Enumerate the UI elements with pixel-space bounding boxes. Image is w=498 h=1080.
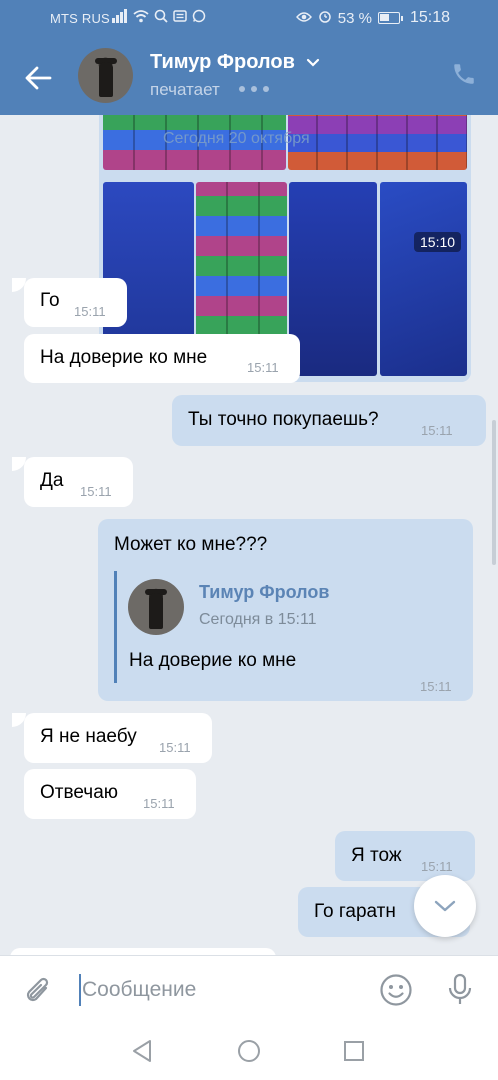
- date-overlay: Сегодня 20 октября: [163, 130, 310, 147]
- reply-date: Сегодня в 15:11: [199, 611, 317, 628]
- image-time: 15:10: [414, 232, 462, 252]
- message-bubble-in[interactable]: Го 15:11: [24, 278, 127, 327]
- reply-text: На доверие ко мне: [129, 650, 297, 671]
- eye-comfort-icon: [295, 10, 312, 27]
- chat-header: MTS RUS 53 % 15:18 Тимур Фролов печатает: [0, 0, 498, 115]
- chevron-down-icon[interactable]: [306, 58, 320, 68]
- message-bubble-in[interactable]: Я не наебу 15:11: [24, 713, 212, 763]
- message-text: Может ко мне???: [114, 534, 268, 555]
- microphone-icon[interactable]: [446, 972, 474, 1008]
- message-time: 15:11: [420, 679, 452, 694]
- reply-author[interactable]: Тимур Фролов: [199, 582, 329, 603]
- contact-avatar[interactable]: [78, 48, 133, 103]
- message-text: Го: [40, 290, 60, 311]
- avatar-figure: [149, 593, 163, 629]
- carrier-label: MTS RUS: [50, 11, 110, 26]
- message-time: 15:11: [421, 859, 453, 874]
- phone-icon[interactable]: [451, 61, 477, 87]
- message-time: 15:11: [74, 304, 106, 319]
- clock: 15:18: [409, 9, 450, 26]
- search-status-icon: [154, 9, 168, 26]
- text-cursor: [79, 974, 81, 1006]
- message-text: Я тож: [351, 845, 402, 866]
- image-thumbnail[interactable]: [289, 182, 377, 376]
- chat-scrollbar[interactable]: [492, 420, 496, 565]
- message-bubble-in[interactable]: Отвечаю 15:11: [24, 769, 196, 819]
- contact-name[interactable]: Тимур Фролов: [150, 51, 295, 74]
- message-input[interactable]: [82, 974, 362, 1006]
- message-composer: [0, 955, 498, 1022]
- battery-icon: [377, 12, 403, 24]
- signal-icon: [112, 9, 128, 26]
- message-text: Го гаратн: [314, 901, 396, 922]
- image-thumbnail[interactable]: [288, 115, 467, 170]
- avatar-figure: [99, 62, 113, 97]
- nav-home-icon[interactable]: [237, 1039, 261, 1063]
- back-button[interactable]: [22, 62, 54, 94]
- battery-percent: 53 %: [337, 9, 372, 27]
- status-right: 53 % 15:18: [295, 9, 450, 27]
- arrow-left-icon: [25, 66, 52, 90]
- message-time: 15:11: [80, 484, 112, 499]
- message-bubble-in[interactable]: Да 15:11: [24, 457, 133, 507]
- typing-dots: [239, 86, 269, 92]
- message-text: Отвечаю: [40, 782, 119, 803]
- chevron-down-icon: [434, 900, 456, 912]
- nav-recent-apps-icon[interactable]: [343, 1040, 365, 1062]
- smile-icon[interactable]: [379, 973, 413, 1007]
- image-thumbnail[interactable]: [380, 182, 467, 376]
- news-status-icon: [173, 9, 187, 26]
- nav-back-icon[interactable]: [131, 1039, 153, 1063]
- scroll-down-button[interactable]: [414, 875, 476, 937]
- message-text: Ты точно покупаешь?: [188, 409, 379, 430]
- reply-avatar[interactable]: [128, 579, 184, 635]
- image-separator: [103, 172, 467, 180]
- typing-status: печатает: [150, 80, 220, 99]
- message-list[interactable]: Сегодня 20 октября 15:10 Го 15:11 На дов…: [0, 115, 498, 955]
- wifi-icon: [133, 9, 149, 26]
- message-text: Да: [40, 470, 64, 491]
- message-bubble-out[interactable]: Ты точно покупаешь? 15:11: [172, 395, 486, 446]
- message-bubble-out[interactable]: Я тож 15:11: [335, 831, 475, 881]
- paperclip-icon[interactable]: [24, 974, 54, 1008]
- reply-quote-bar: [114, 571, 117, 683]
- status-icons: [112, 9, 206, 26]
- whatsapp-status-icon: [192, 9, 206, 26]
- system-navigation-bar: [0, 1022, 498, 1080]
- message-time: 15:11: [247, 360, 279, 375]
- message-bubble-out-reply[interactable]: Может ко мне??? Тимур Фролов Сегодня в 1…: [98, 519, 473, 701]
- alarm-icon: [318, 9, 332, 27]
- status-bar: MTS RUS 53 % 15:18: [0, 0, 498, 38]
- message-time: 15:11: [159, 740, 191, 755]
- message-text: Я не наебу: [40, 726, 137, 747]
- battery-level: [379, 14, 389, 21]
- message-bubble-in[interactable]: [10, 948, 276, 955]
- message-time: 15:11: [421, 423, 453, 438]
- message-bubble-in[interactable]: На доверие ко мне 15:11: [24, 334, 300, 383]
- message-time: 15:11: [143, 796, 175, 811]
- message-text: На доверие ко мне: [40, 347, 208, 368]
